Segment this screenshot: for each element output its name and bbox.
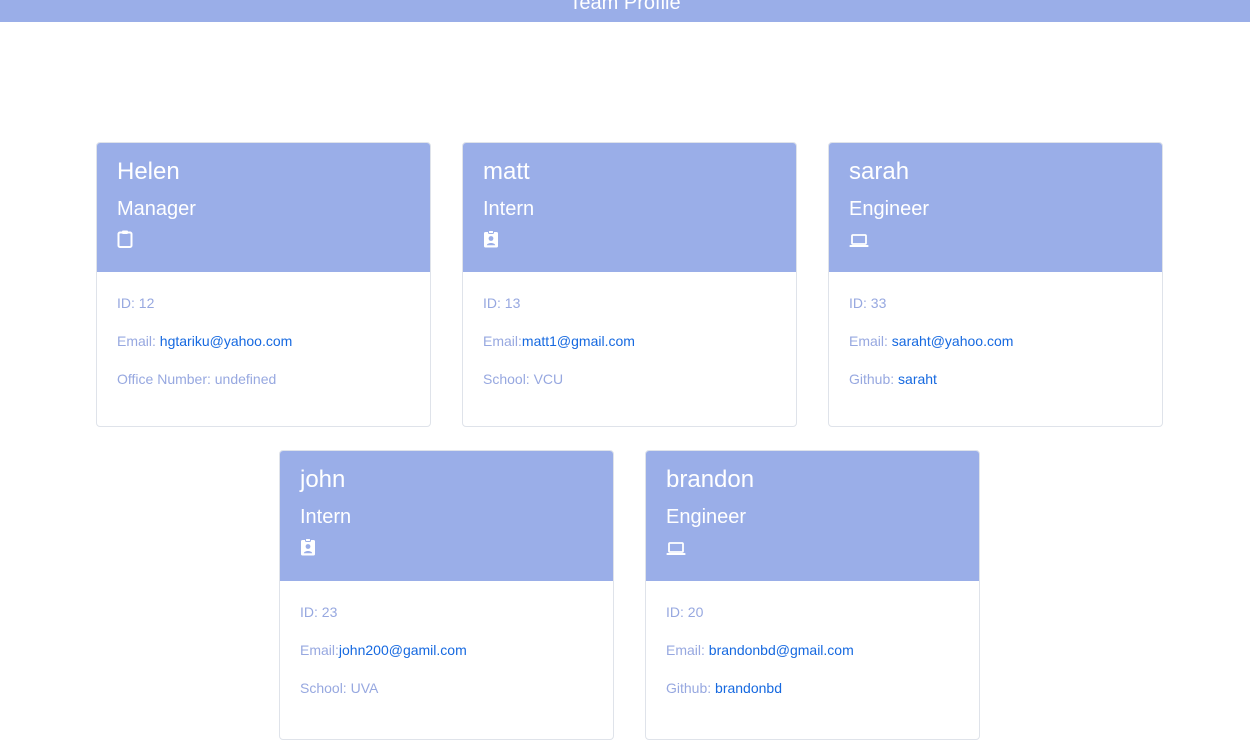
card-body: ID: 33 Email: saraht@yahoo.com Github: s… — [829, 272, 1162, 426]
card-header: john Intern — [280, 451, 613, 581]
clipboard-icon — [117, 230, 135, 248]
employee-id: ID: 23 — [300, 604, 338, 620]
email-label: Email: — [117, 333, 160, 349]
employee-name: john — [300, 466, 346, 493]
top-banner: Team Profile — [0, 0, 1250, 22]
github-row: Github: brandonbd — [666, 679, 959, 697]
email-label: Email: — [483, 333, 522, 349]
card-header: matt Intern — [463, 143, 796, 272]
employee-card: sarah Engineer ID: 33 Email: saraht@yaho… — [828, 142, 1163, 427]
email-label: Email: — [666, 642, 709, 658]
github-link[interactable]: brandonbd — [715, 680, 782, 696]
employee-id: ID: 13 — [483, 295, 521, 311]
school: School: VCU — [483, 371, 564, 387]
email-link[interactable]: hgtariku@yahoo.com — [160, 333, 293, 349]
card-header: sarah Engineer — [829, 143, 1162, 272]
employee-email-row: Email: brandonbd@gmail.com — [666, 641, 959, 659]
github-label: Github: — [666, 680, 716, 696]
card-body: ID: 23 Email:john200@gamil.com School: U… — [280, 581, 613, 736]
employee-role: Intern — [300, 506, 352, 528]
github-label: Github: — [849, 371, 899, 387]
card-body: ID: 13 Email:matt1@gmail.com School: VCU — [463, 272, 796, 426]
employee-name: Helen — [117, 158, 180, 185]
school: School: UVA — [300, 680, 379, 696]
email-link[interactable]: saraht@yahoo.com — [892, 333, 1014, 349]
page-title: Team Profile — [569, 0, 681, 14]
id-badge-icon — [483, 230, 501, 248]
email-label: Email: — [849, 333, 892, 349]
employee-email-row: Email:john200@gamil.com — [300, 641, 593, 659]
card-header: Helen Manager — [97, 143, 430, 272]
employee-email-row: Email:matt1@gmail.com — [483, 332, 776, 350]
employee-card: Helen Manager ID: 12 Email: hgtariku@yah… — [96, 142, 431, 427]
employee-id: ID: 33 — [849, 295, 887, 311]
employee-role: Engineer — [666, 506, 747, 528]
employee-name: brandon — [666, 466, 755, 493]
employee-id: ID: 12 — [117, 295, 155, 311]
employee-name: matt — [483, 158, 530, 185]
employee-role: Engineer — [849, 198, 930, 220]
email-link[interactable]: matt1@gmail.com — [522, 333, 635, 349]
email-link[interactable]: john200@gamil.com — [339, 642, 467, 658]
employee-card: john Intern ID: 23 Email:john200@gamil.c… — [279, 450, 614, 740]
employee-name: sarah — [849, 158, 910, 185]
laptop-icon — [666, 538, 686, 556]
employee-id: ID: 20 — [666, 604, 704, 620]
github-row: Github: saraht — [849, 370, 1142, 388]
employee-role: Intern — [483, 198, 535, 220]
email-label: Email: — [300, 642, 339, 658]
office-number: Office Number: undefined — [117, 371, 277, 387]
card-body: ID: 20 Email: brandonbd@gmail.com Github… — [646, 581, 979, 736]
card-header: brandon Engineer — [646, 451, 979, 581]
email-link[interactable]: brandonbd@gmail.com — [709, 642, 854, 658]
employee-card: matt Intern ID: 13 Email:matt1@gmail.com… — [462, 142, 797, 427]
employee-role: Manager — [117, 198, 196, 220]
employee-email-row: Email: saraht@yahoo.com — [849, 332, 1142, 350]
github-link[interactable]: saraht — [898, 371, 937, 387]
employee-email-row: Email: hgtariku@yahoo.com — [117, 332, 410, 350]
laptop-icon — [849, 230, 869, 248]
id-badge-icon — [300, 538, 318, 556]
card-body: ID: 12 Email: hgtariku@yahoo.com Office … — [97, 272, 430, 426]
employee-card: brandon Engineer ID: 20 Email: brandonbd… — [645, 450, 980, 740]
